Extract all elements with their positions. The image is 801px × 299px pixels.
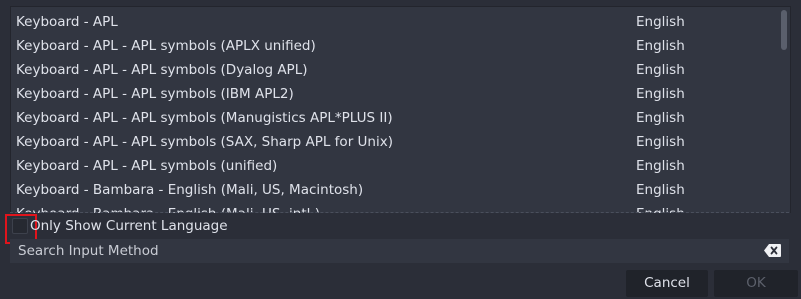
backspace-clear-icon[interactable] [764, 244, 781, 257]
only-current-language-label[interactable]: Only Show Current Language [30, 214, 228, 238]
input-method-name: Keyboard - APL [16, 14, 118, 30]
input-method-name: Keyboard - APL - APL symbols (Dyalog APL… [16, 62, 308, 78]
list-item[interactable]: Keyboard - APL - APL symbols (Dyalog APL… [11, 58, 776, 82]
only-current-language-checkbox[interactable] [5, 214, 37, 244]
input-method-language: English [636, 134, 685, 150]
input-method-name: Keyboard - APL - APL symbols (SAX, Sharp… [16, 134, 393, 150]
input-method-language: English [636, 182, 685, 198]
search-box [10, 239, 789, 263]
input-method-language: English [636, 38, 685, 54]
input-method-rows: Keyboard - APL English Keyboard - APL - AP… [11, 10, 776, 213]
input-method-name: Keyboard - APL - APL symbols (Manugistic… [16, 110, 393, 126]
input-method-list[interactable]: Keyboard - APL English Keyboard - APL - AP… [10, 6, 791, 213]
list-divider [10, 212, 789, 213]
input-method-language: English [636, 86, 685, 102]
input-method-name: Keyboard - APL - APL symbols (IBM APL2) [16, 86, 294, 102]
list-scrollbar[interactable] [781, 10, 787, 50]
input-method-language: English [636, 110, 685, 126]
input-method-language: English [636, 14, 685, 30]
list-item[interactable]: Keyboard - APL - APL symbols (SAX, Sharp… [11, 130, 776, 154]
list-item[interactable]: Keyboard - APL - APL symbols (IBM APL2) E… [11, 82, 776, 106]
ok-button[interactable]: OK [714, 270, 798, 297]
list-item[interactable]: Keyboard - Bambara - English (Mali, US, … [11, 178, 776, 202]
input-method-name: Keyboard - APL - APL symbols (APLX unifi… [16, 38, 316, 54]
list-item[interactable]: Keyboard - APL - APL symbols (APLX unifi… [11, 34, 776, 58]
cancel-button[interactable]: Cancel [626, 270, 708, 297]
only-current-language-row[interactable]: Only Show Current Language [5, 214, 789, 244]
list-item[interactable]: Keyboard - APL - APL symbols (unified) En… [11, 154, 776, 178]
add-input-method-dialog: Keyboard - APL English Keyboard - APL - AP… [0, 0, 801, 299]
input-method-language: English [636, 62, 685, 78]
list-item[interactable]: Keyboard - APL - APL symbols (Manugistic… [11, 106, 776, 130]
input-method-language: English [636, 158, 685, 174]
list-item[interactable]: Keyboard - APL English [11, 10, 776, 34]
input-method-name: Keyboard - APL - APL symbols (unified) [16, 158, 278, 174]
input-method-name: Keyboard - Bambara - English (Mali, US, … [16, 182, 364, 198]
search-input[interactable] [10, 239, 750, 263]
